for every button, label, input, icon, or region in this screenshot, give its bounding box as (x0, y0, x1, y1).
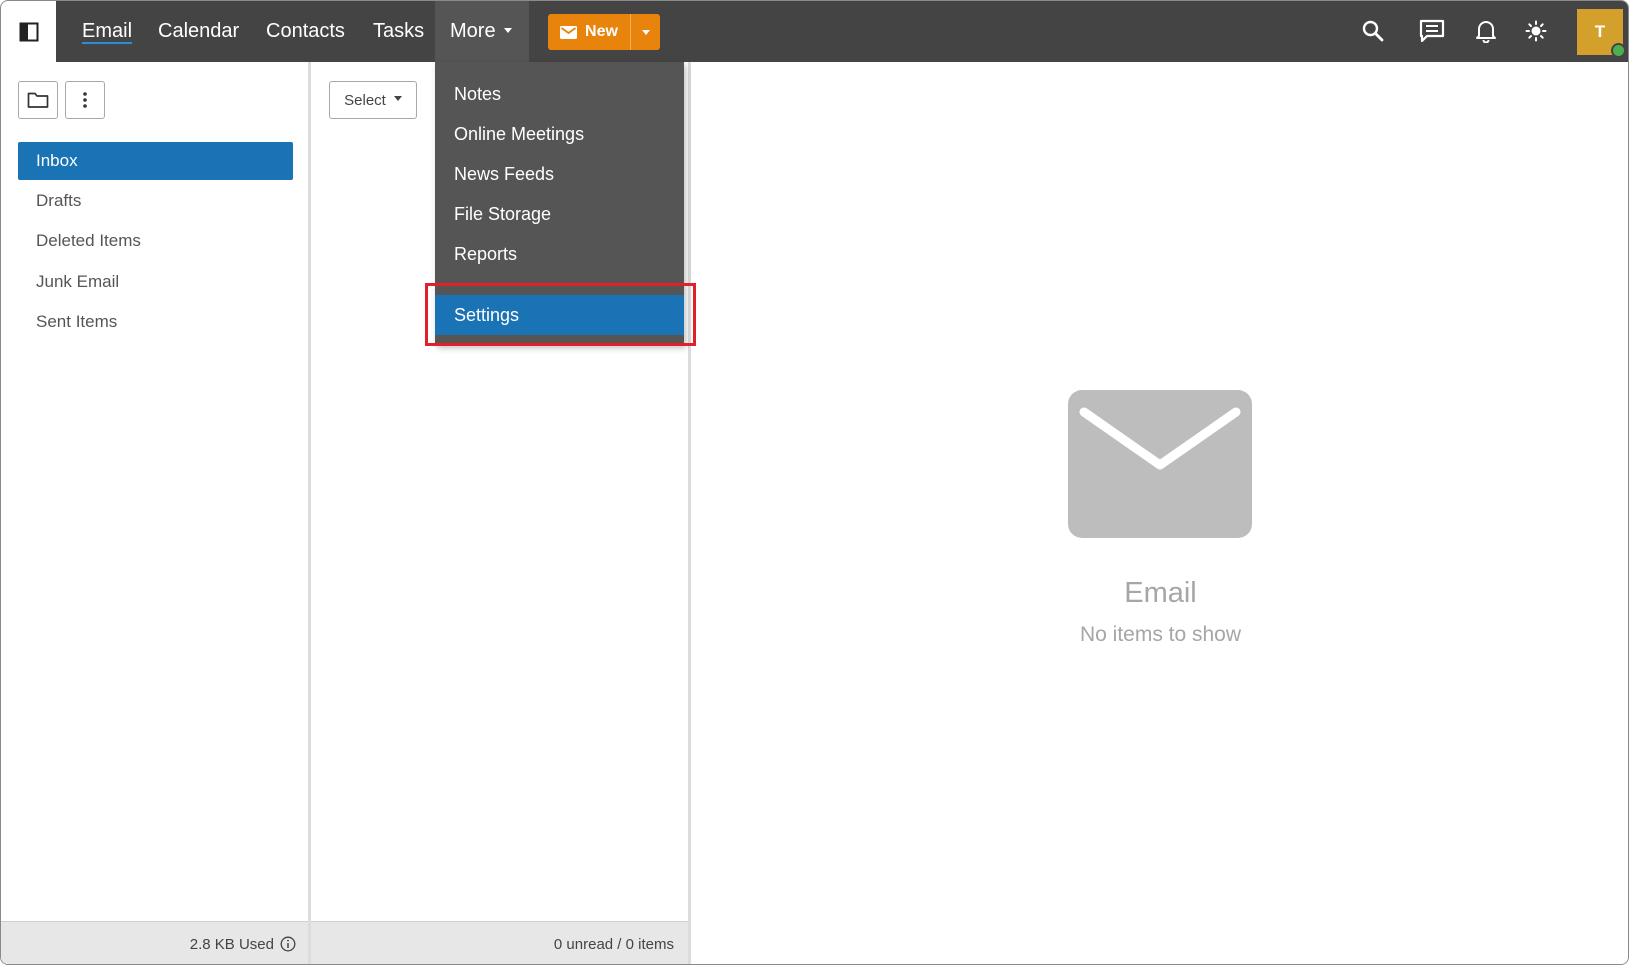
sidebar-toggle-button[interactable] (1, 1, 56, 62)
menu-item-file-storage[interactable]: File Storage (435, 194, 684, 234)
storage-footer: 2.8 KB Used (1, 921, 308, 964)
notifications-button[interactable] (1470, 15, 1502, 47)
storage-used: 2.8 KB Used (189, 935, 274, 953)
folder-label: Sent Items (36, 312, 118, 331)
folder-deleted-items[interactable]: Deleted Items (18, 222, 293, 260)
folder-pane: Inbox Drafts Deleted Items Junk Email Se… (1, 62, 311, 964)
folder-icon (27, 92, 49, 108)
menu-item-label: Notes (454, 84, 502, 104)
new-button-group: New (548, 14, 660, 50)
folder-button[interactable] (18, 81, 58, 119)
info-icon[interactable] (280, 936, 296, 952)
folder-label: Drafts (36, 191, 82, 210)
menu-item-label: File Storage (454, 204, 552, 224)
search-icon (1362, 20, 1384, 42)
nav-contacts[interactable]: Contacts (266, 1, 345, 62)
folder-label: Junk Email (36, 272, 120, 291)
message-list-footer: 0 unread / 0 items (311, 921, 688, 964)
nav-tasks-label: Tasks (373, 20, 425, 42)
chevron-down-icon (393, 96, 402, 101)
menu-item-online-meetings[interactable]: Online Meetings (435, 114, 684, 154)
more-vertical-icon (83, 92, 87, 108)
reading-pane: Email No items to show (691, 62, 1628, 964)
nav-more[interactable]: More (435, 1, 529, 62)
folder-sent-items[interactable]: Sent Items (18, 303, 293, 341)
envelope-icon (1068, 390, 1252, 538)
avatar-initial: T (1594, 22, 1606, 41)
new-button-label: New (585, 23, 618, 40)
menu-item-reports[interactable]: Reports (435, 234, 684, 274)
theme-toggle-button[interactable] (1520, 15, 1552, 47)
search-button[interactable] (1357, 15, 1389, 47)
nav-email-label: Email (82, 20, 133, 42)
unread-count: 0 unread / 0 items (553, 935, 674, 953)
sun-icon (1525, 20, 1547, 42)
folder-label: Inbox (36, 151, 78, 170)
select-label: Select (344, 91, 386, 109)
folder-label: Deleted Items (36, 231, 141, 250)
new-dropdown-toggle[interactable] (630, 14, 660, 50)
nav-more-label: More (450, 20, 496, 42)
folder-options-button[interactable] (65, 81, 105, 119)
app-window: Email Calendar Contacts Tasks More New T… (0, 0, 1629, 965)
chat-icon (1419, 19, 1445, 43)
menu-item-label: Reports (454, 244, 518, 264)
empty-state-subtitle: No items to show (1079, 623, 1242, 646)
online-status-dot (1611, 43, 1626, 58)
envelope-icon (560, 25, 578, 39)
nav-calendar-label: Calendar (158, 20, 240, 42)
folder-drafts[interactable]: Drafts (18, 182, 293, 220)
menu-item-label: Online Meetings (454, 124, 585, 144)
nav-tasks[interactable]: Tasks (373, 1, 424, 62)
select-dropdown[interactable]: Select (329, 81, 417, 119)
nav-email[interactable]: Email (82, 1, 132, 62)
bell-icon (1476, 21, 1496, 43)
empty-state-title: Email (1124, 577, 1197, 609)
settings-highlight-box (425, 283, 696, 346)
chevron-down-icon (503, 27, 512, 33)
nav-contacts-label: Contacts (266, 20, 345, 42)
chevron-down-icon (641, 29, 650, 35)
sidebar-toggle-icon (19, 22, 38, 41)
menu-item-news-feeds[interactable]: News Feeds (435, 154, 684, 194)
nav-calendar[interactable]: Calendar (158, 1, 239, 62)
top-bar: Email Calendar Contacts Tasks More New T (1, 1, 1628, 62)
folder-inbox[interactable]: Inbox (18, 142, 293, 180)
chat-button[interactable] (1416, 15, 1448, 47)
folder-junk-email[interactable]: Junk Email (18, 263, 293, 301)
menu-item-notes[interactable]: Notes (435, 74, 684, 114)
new-email-button[interactable]: New (548, 14, 630, 50)
menu-item-label: News Feeds (454, 164, 555, 184)
